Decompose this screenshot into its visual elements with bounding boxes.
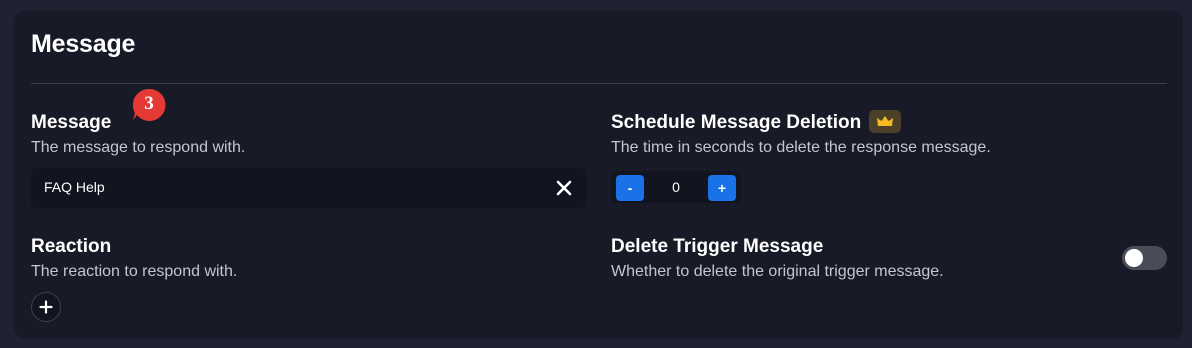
deletion-seconds-stepper: - 0 + bbox=[611, 171, 741, 203]
deletion-seconds-value[interactable]: 0 bbox=[655, 179, 697, 195]
increment-button[interactable]: + bbox=[708, 175, 736, 201]
delete-trigger-label: Delete Trigger Message bbox=[611, 236, 824, 257]
message-input-value: FAQ Help bbox=[44, 179, 105, 195]
schedule-deletion-label: Schedule Message Deletion bbox=[611, 112, 862, 133]
message-label: Message bbox=[31, 112, 112, 133]
message-description: The message to respond with. bbox=[31, 139, 246, 156]
add-reaction-button[interactable] bbox=[31, 292, 61, 322]
toggle-knob bbox=[1125, 249, 1143, 267]
close-icon[interactable] bbox=[556, 180, 572, 196]
badge-count: 3 bbox=[144, 93, 154, 114]
message-settings-card: Message Message 3 The message to respond… bbox=[14, 11, 1183, 339]
schedule-deletion-description: The time in seconds to delete the respon… bbox=[611, 139, 991, 156]
plus-icon bbox=[39, 300, 53, 314]
reaction-label: Reaction bbox=[31, 236, 112, 257]
delete-trigger-toggle[interactable] bbox=[1122, 246, 1167, 270]
title-divider bbox=[31, 83, 1167, 84]
premium-badge bbox=[869, 110, 901, 133]
decrement-button[interactable]: - bbox=[616, 175, 644, 201]
reaction-description: The reaction to respond with. bbox=[31, 263, 238, 280]
message-input[interactable]: FAQ Help bbox=[31, 168, 587, 208]
crown-icon bbox=[877, 116, 893, 126]
notification-badge: 3 bbox=[131, 87, 167, 123]
card-title: Message bbox=[31, 30, 136, 58]
delete-trigger-description: Whether to delete the original trigger m… bbox=[611, 263, 944, 280]
